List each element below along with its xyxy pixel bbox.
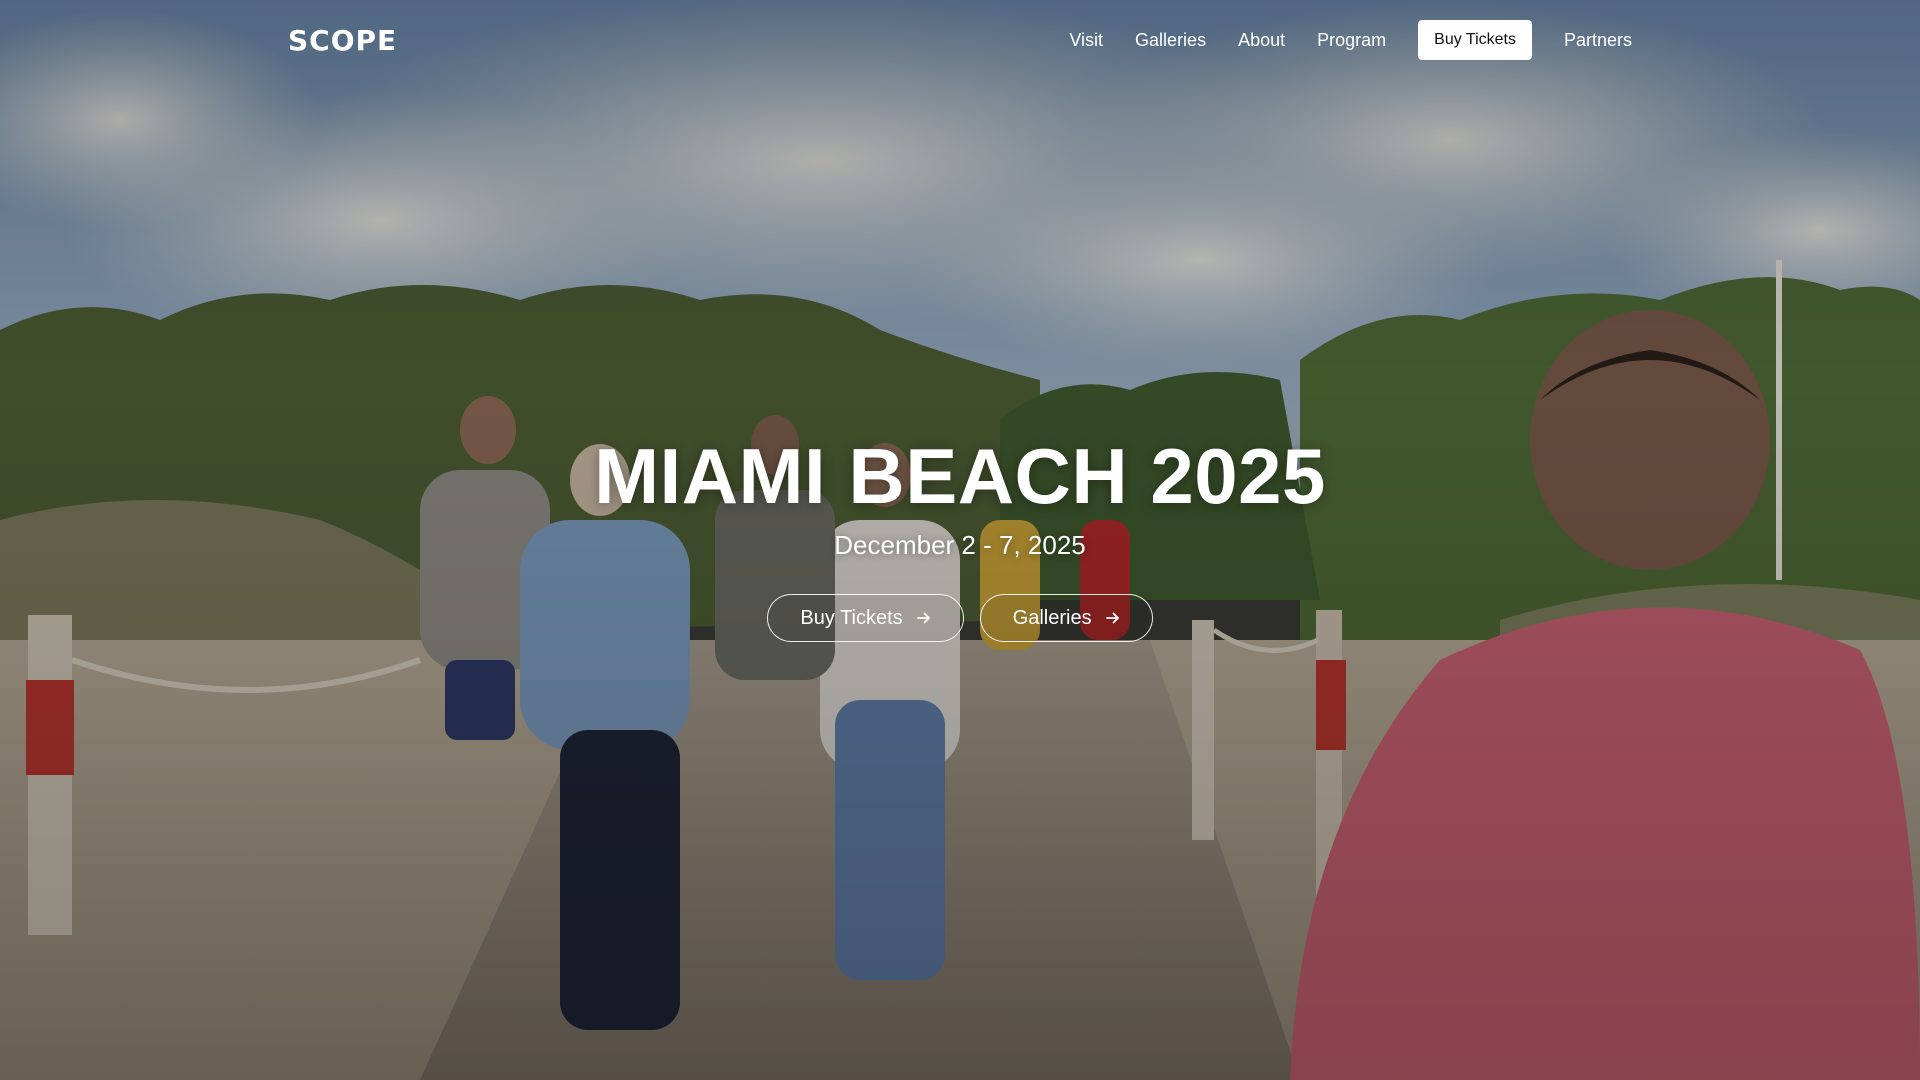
hero-section: SCOPE Visit Galleries About Program Buy … bbox=[0, 0, 1920, 1080]
hero-title: MIAMI BEACH 2025 bbox=[594, 432, 1326, 520]
arrow-right-icon bbox=[916, 612, 930, 624]
nav-buy-tickets-button[interactable]: Buy Tickets bbox=[1418, 20, 1532, 60]
hero-galleries-label: Galleries bbox=[1012, 606, 1092, 629]
hero-buy-tickets-button[interactable]: Buy Tickets bbox=[767, 594, 964, 642]
hero-buy-tickets-label: Buy Tickets bbox=[800, 606, 903, 629]
hero-date: December 2 - 7, 2025 bbox=[834, 530, 1086, 560]
nav-link-partners[interactable]: Partners bbox=[1564, 30, 1632, 51]
nav-links: Visit Galleries About Program Buy Ticket… bbox=[1069, 20, 1632, 60]
nav-link-visit[interactable]: Visit bbox=[1069, 30, 1103, 51]
top-navigation: SCOPE Visit Galleries About Program Buy … bbox=[0, 0, 1920, 80]
arrow-right-icon bbox=[1105, 612, 1119, 624]
nav-link-about[interactable]: About bbox=[1238, 30, 1285, 51]
hero-content: MIAMI BEACH 2025 December 2 - 7, 2025 Bu… bbox=[0, 430, 1920, 642]
hero-buttons: Buy Tickets Galleries bbox=[0, 594, 1920, 642]
nav-link-galleries[interactable]: Galleries bbox=[1135, 30, 1206, 51]
hero-galleries-button[interactable]: Galleries bbox=[979, 594, 1153, 642]
nav-link-program[interactable]: Program bbox=[1317, 30, 1386, 51]
scope-logo[interactable]: SCOPE bbox=[288, 22, 397, 58]
